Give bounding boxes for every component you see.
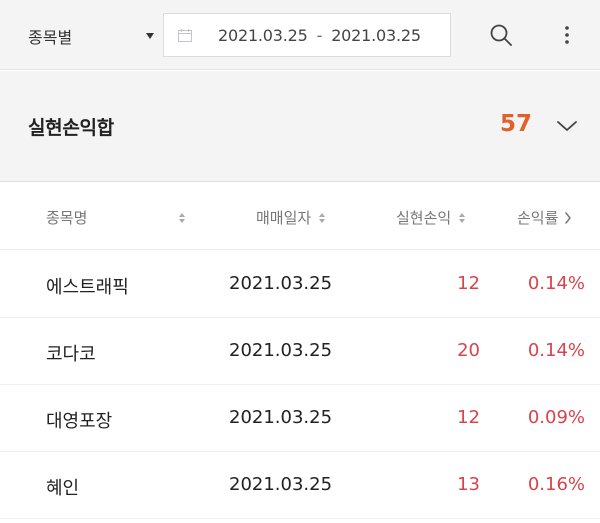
row-trade-date: 2021.03.25 — [229, 407, 333, 428]
date-range-text: 2021.03.25-2021.03.25 — [218, 26, 421, 45]
row-stock-name: 코다코 — [46, 344, 96, 365]
chevron-down-icon — [557, 121, 577, 131]
row-trade-date: 2021.03.25 — [229, 273, 333, 294]
row-return-rate: 0.14% — [527, 273, 585, 294]
sort-icon — [319, 212, 326, 223]
column-header-label: 실현손익 — [396, 209, 452, 227]
date-range-picker[interactable]: 2021.03.25-2021.03.25 — [163, 13, 451, 57]
row-trade-date: 2021.03.25 — [229, 340, 333, 361]
row-trade-date: 2021.03.25 — [229, 474, 333, 495]
summary-label: 실현손익합 — [28, 117, 114, 139]
filter-dropdown[interactable]: 종목별 — [28, 18, 158, 54]
date-end: 2021.03.25 — [331, 25, 421, 45]
table-header: 종목명 매매일자 실현손익 손익률 — [0, 183, 600, 250]
table-row[interactable]: 에스트래픽 2021.03.25 12 0.14% — [0, 251, 600, 318]
calendar-icon — [178, 28, 192, 42]
column-header-label: 매매일자 — [256, 209, 312, 227]
column-header-pnl[interactable]: 실현손익 — [396, 207, 466, 228]
chevron-right-icon — [565, 211, 572, 224]
search-icon — [490, 24, 512, 46]
column-header-label: 종목명 — [46, 209, 88, 227]
row-return-rate: 0.14% — [527, 340, 585, 361]
filter-dropdown-label: 종목별 — [28, 28, 73, 47]
column-header-label: 손익률 — [517, 209, 559, 227]
table-row[interactable]: 코다코 2021.03.25 20 0.14% — [0, 318, 600, 385]
date-separator: - — [316, 25, 323, 45]
sort-icon — [179, 212, 186, 223]
search-button[interactable] — [482, 16, 520, 54]
more-menu-button[interactable] — [552, 16, 582, 54]
table-row[interactable]: 대영포장 2021.03.25 12 0.09% — [0, 385, 600, 452]
top-toolbar: 종목별 2021.03.25-2021.03.25 — [0, 0, 600, 70]
summary-expand-button[interactable] — [553, 113, 581, 139]
row-stock-name: 에스트래픽 — [46, 277, 129, 298]
caret-down-icon — [146, 33, 154, 39]
row-realized-pnl: 12 — [457, 407, 480, 428]
column-header-rate[interactable]: 손익률 — [517, 207, 572, 228]
sort-icon — [459, 212, 466, 223]
more-vertical-icon — [565, 26, 569, 44]
summary-value: 57 — [499, 111, 532, 137]
table-row[interactable]: 혜인 2021.03.25 13 0.16% — [0, 452, 600, 519]
row-stock-name: 대영포장 — [46, 411, 113, 432]
column-header-name[interactable]: 종목명 — [46, 207, 186, 228]
row-stock-name: 혜인 — [46, 478, 80, 499]
row-return-rate: 0.09% — [527, 407, 585, 428]
row-realized-pnl: 12 — [457, 273, 480, 294]
date-start: 2021.03.25 — [218, 25, 308, 45]
column-header-date[interactable]: 매매일자 — [256, 207, 326, 228]
row-realized-pnl: 20 — [457, 340, 480, 361]
realized-pnl-summary: 실현손익합 57 — [0, 71, 600, 182]
row-return-rate: 0.16% — [527, 474, 585, 495]
row-realized-pnl: 13 — [457, 474, 480, 495]
